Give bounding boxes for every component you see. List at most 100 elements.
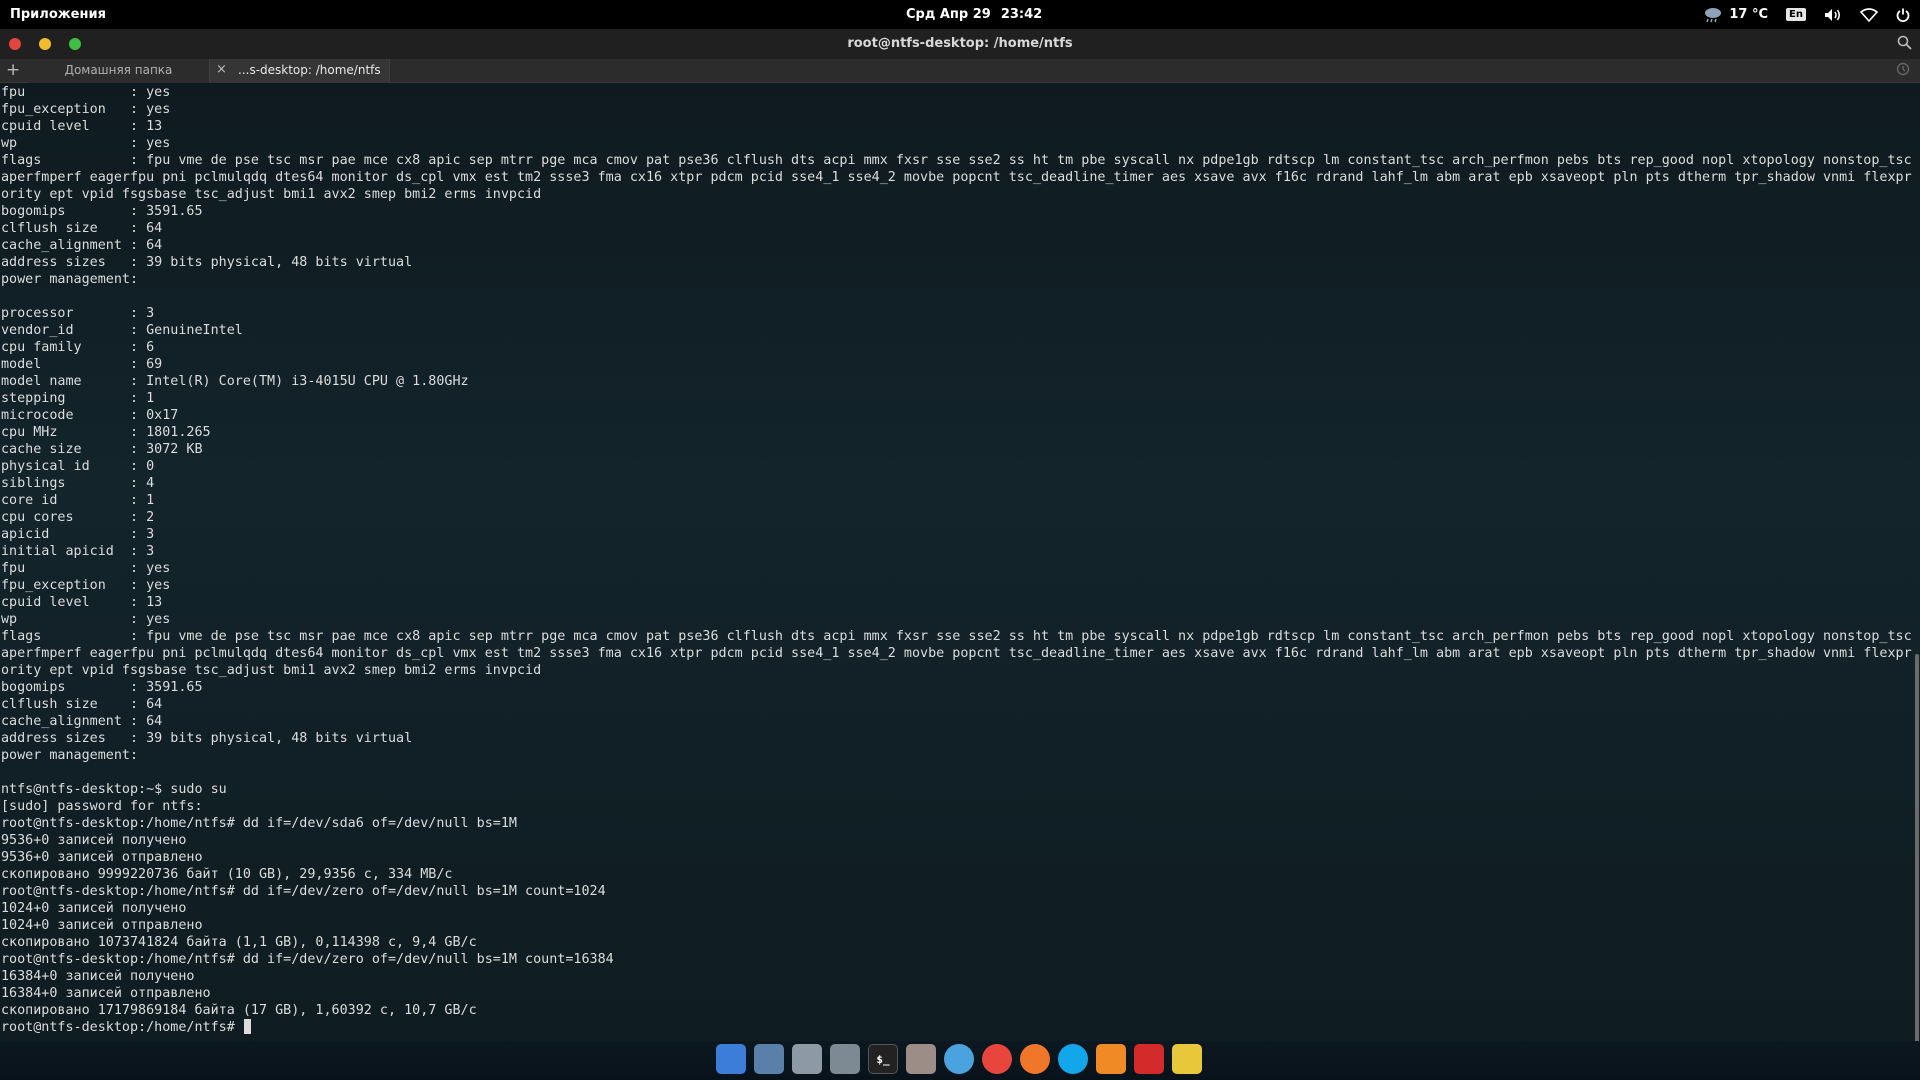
terminal-line: cpu MHz : 1801.265	[1, 425, 211, 440]
terminal-line: root@ntfs-desktop:/home/ntfs# dd if=/dev…	[1, 884, 606, 899]
terminal-line: скопировано 1073741824 байта (1,1 GB), 0…	[1, 935, 477, 950]
software-center-icon[interactable]	[906, 1044, 936, 1074]
terminal-line: physical id : 0	[1, 459, 155, 474]
scrollbar-thumb[interactable]	[1915, 654, 1919, 1064]
video-player-icon[interactable]	[1134, 1044, 1164, 1074]
date-time-indicator[interactable]: Срд Апр 29 23:42	[906, 7, 1052, 22]
terminal-window: root@ntfs-desktop: /home/ntfs + Домашняя…	[0, 29, 1920, 1064]
terminal-line: wp : yes	[1, 136, 171, 151]
weather-indicator[interactable]: 17 °C	[1703, 7, 1768, 23]
terminal-line: cpuid level : 13	[1, 119, 163, 134]
weather-rain-icon	[1705, 7, 1722, 22]
sound-indicator[interactable]	[1824, 8, 1842, 22]
terminal-line: siblings : 4	[1, 476, 155, 491]
terminal-line: core id : 1	[1, 493, 155, 508]
network-indicator[interactable]	[1860, 7, 1878, 22]
terminal-line: clflush size : 64	[1, 221, 163, 236]
terminal-line: fpu_exception : yes	[1, 578, 171, 593]
dock: $_	[716, 1044, 1202, 1078]
search-icon	[1897, 35, 1912, 50]
terminal-line: 1024+0 записей отправлено	[1, 918, 203, 933]
terminal-line: initial apicid : 3	[1, 544, 155, 559]
terminal-line: power management:	[1, 748, 139, 763]
terminal-line: fpu_exception : yes	[1, 102, 171, 117]
terminal-line: aperfmperf eagerfpu pni pclmulqdq dtes64…	[1, 646, 1912, 661]
terminal-output[interactable]: fpu : yes fpu_exception : yes cpuid level …	[0, 84, 1912, 1041]
terminal-line: root@ntfs-desktop:/home/ntfs# dd if=/dev…	[1, 816, 517, 831]
window-title: root@ntfs-desktop: /home/ntfs	[847, 36, 1073, 51]
wifi-icon	[1860, 7, 1878, 22]
window-titlebar[interactable]: root@ntfs-desktop: /home/ntfs	[0, 29, 1920, 59]
cartoon-app-icon[interactable]	[1172, 1044, 1202, 1074]
tab-terminal-active[interactable]: × ...s-desktop: /home/ntfs	[210, 59, 390, 83]
terminal-line: wp : yes	[1, 612, 171, 627]
terminal-line: stepping : 1	[1, 391, 155, 406]
terminal-line: address sizes : 39 bits physical, 48 bit…	[1, 255, 413, 270]
terminal-line: скопировано 9999220736 байт (10 GB), 29,…	[1, 867, 453, 882]
terminal-line: 1024+0 записей получено	[1, 901, 187, 916]
switchboard-icon[interactable]	[792, 1044, 822, 1074]
tab-label: ...s-desktop: /home/ntfs	[238, 63, 381, 77]
terminal-line: 9536+0 записей отправлено	[1, 850, 203, 865]
close-tab-icon[interactable]: ×	[216, 62, 227, 77]
terminal-line: ntfs@ntfs-desktop:~$ sudo su	[1, 782, 227, 797]
text-cursor	[243, 1019, 251, 1034]
terminal-line: address sizes : 39 bits physical, 48 bit…	[1, 731, 413, 746]
terminal-line: clflush size : 64	[1, 697, 163, 712]
workspaces-icon[interactable]	[716, 1044, 746, 1074]
keyboard-layout-indicator[interactable]: En	[1786, 8, 1806, 21]
terminal-line: bogomips : 3591.65	[1, 204, 203, 219]
tab-label: Домашняя папка	[64, 63, 173, 77]
terminal-line: apicid : 3	[1, 527, 155, 542]
session-indicator[interactable]	[1896, 8, 1910, 22]
search-button[interactable]	[1897, 35, 1912, 54]
terminal-line: 9536+0 записей получено	[1, 833, 187, 848]
terminal-line: processor : 3	[1, 306, 155, 321]
date-label: Срд Апр 29	[906, 7, 991, 22]
keyboard-layout-label: En	[1786, 8, 1806, 21]
terminal-scrollbar[interactable]	[1914, 84, 1920, 1064]
terminal-line: cache size : 3072 KB	[1, 442, 203, 457]
applications-menu[interactable]: Приложения	[10, 7, 106, 22]
new-tab-button[interactable]: +	[6, 60, 20, 80]
midori-browser-icon[interactable]	[944, 1044, 974, 1074]
terminal-line: cache_alignment : 64	[1, 714, 163, 729]
terminal-line: cache_alignment : 64	[1, 238, 163, 253]
music-icon[interactable]	[1096, 1044, 1126, 1074]
chrome-icon[interactable]	[982, 1044, 1012, 1074]
terminal-line: 16384+0 записей получено	[1, 969, 195, 984]
tab-home-folder[interactable]: Домашняя папка	[28, 59, 210, 83]
terminal-line: aperfmperf eagerfpu pni pclmulqdq dtes64…	[1, 170, 1912, 185]
terminal-line: model : 69	[1, 357, 163, 372]
shell-prompt: root@ntfs-desktop:/home/ntfs#	[1, 1020, 243, 1035]
terminal-line: ority ept vpid fsgsbase tsc_adjust bmi1 …	[1, 663, 542, 678]
terminal-line: fpu : yes	[1, 561, 171, 576]
top-panel: Приложения Срд Апр 29 23:42 17 °C En	[0, 0, 1920, 29]
power-icon	[1896, 8, 1910, 22]
terminal-line: cpu cores : 2	[1, 510, 155, 525]
terminal-line: скопировано 17179869184 байта (17 GB), 1…	[1, 1003, 477, 1018]
skype-icon[interactable]	[1058, 1044, 1088, 1074]
dock-area: $_	[0, 1041, 1920, 1080]
history-icon	[1896, 62, 1910, 76]
terminal-line: power management:	[1, 272, 139, 287]
terminal-line: 16384+0 записей отправлено	[1, 986, 211, 1001]
terminal-line: flags : fpu vme de pse tsc msr pae mce c…	[1, 629, 1912, 644]
closed-tabs-history-button[interactable]	[1896, 62, 1910, 80]
volume-icon	[1825, 8, 1840, 21]
terminal-line: fpu : yes	[1, 85, 171, 100]
screenshot-icon[interactable]	[754, 1044, 784, 1074]
terminal-line: microcode : 0x17	[1, 408, 179, 423]
terminal-line: cpuid level : 13	[1, 595, 163, 610]
time-label: 23:42	[1000, 7, 1043, 22]
terminal-line: root@ntfs-desktop:/home/ntfs# dd if=/dev…	[1, 952, 614, 967]
terminal-line: bogomips : 3591.65	[1, 680, 203, 695]
firefox-icon[interactable]	[1020, 1044, 1050, 1074]
terminal-icon[interactable]: $_	[868, 1044, 898, 1074]
terminal-line: vendor_id : GenuineIntel	[1, 323, 243, 338]
terminal-line: flags : fpu vme de pse tsc msr pae mce c…	[1, 153, 1912, 168]
terminal-prompt-line[interactable]: root@ntfs-desktop:/home/ntfs#	[1, 1019, 1912, 1036]
files-icon[interactable]	[830, 1044, 860, 1074]
